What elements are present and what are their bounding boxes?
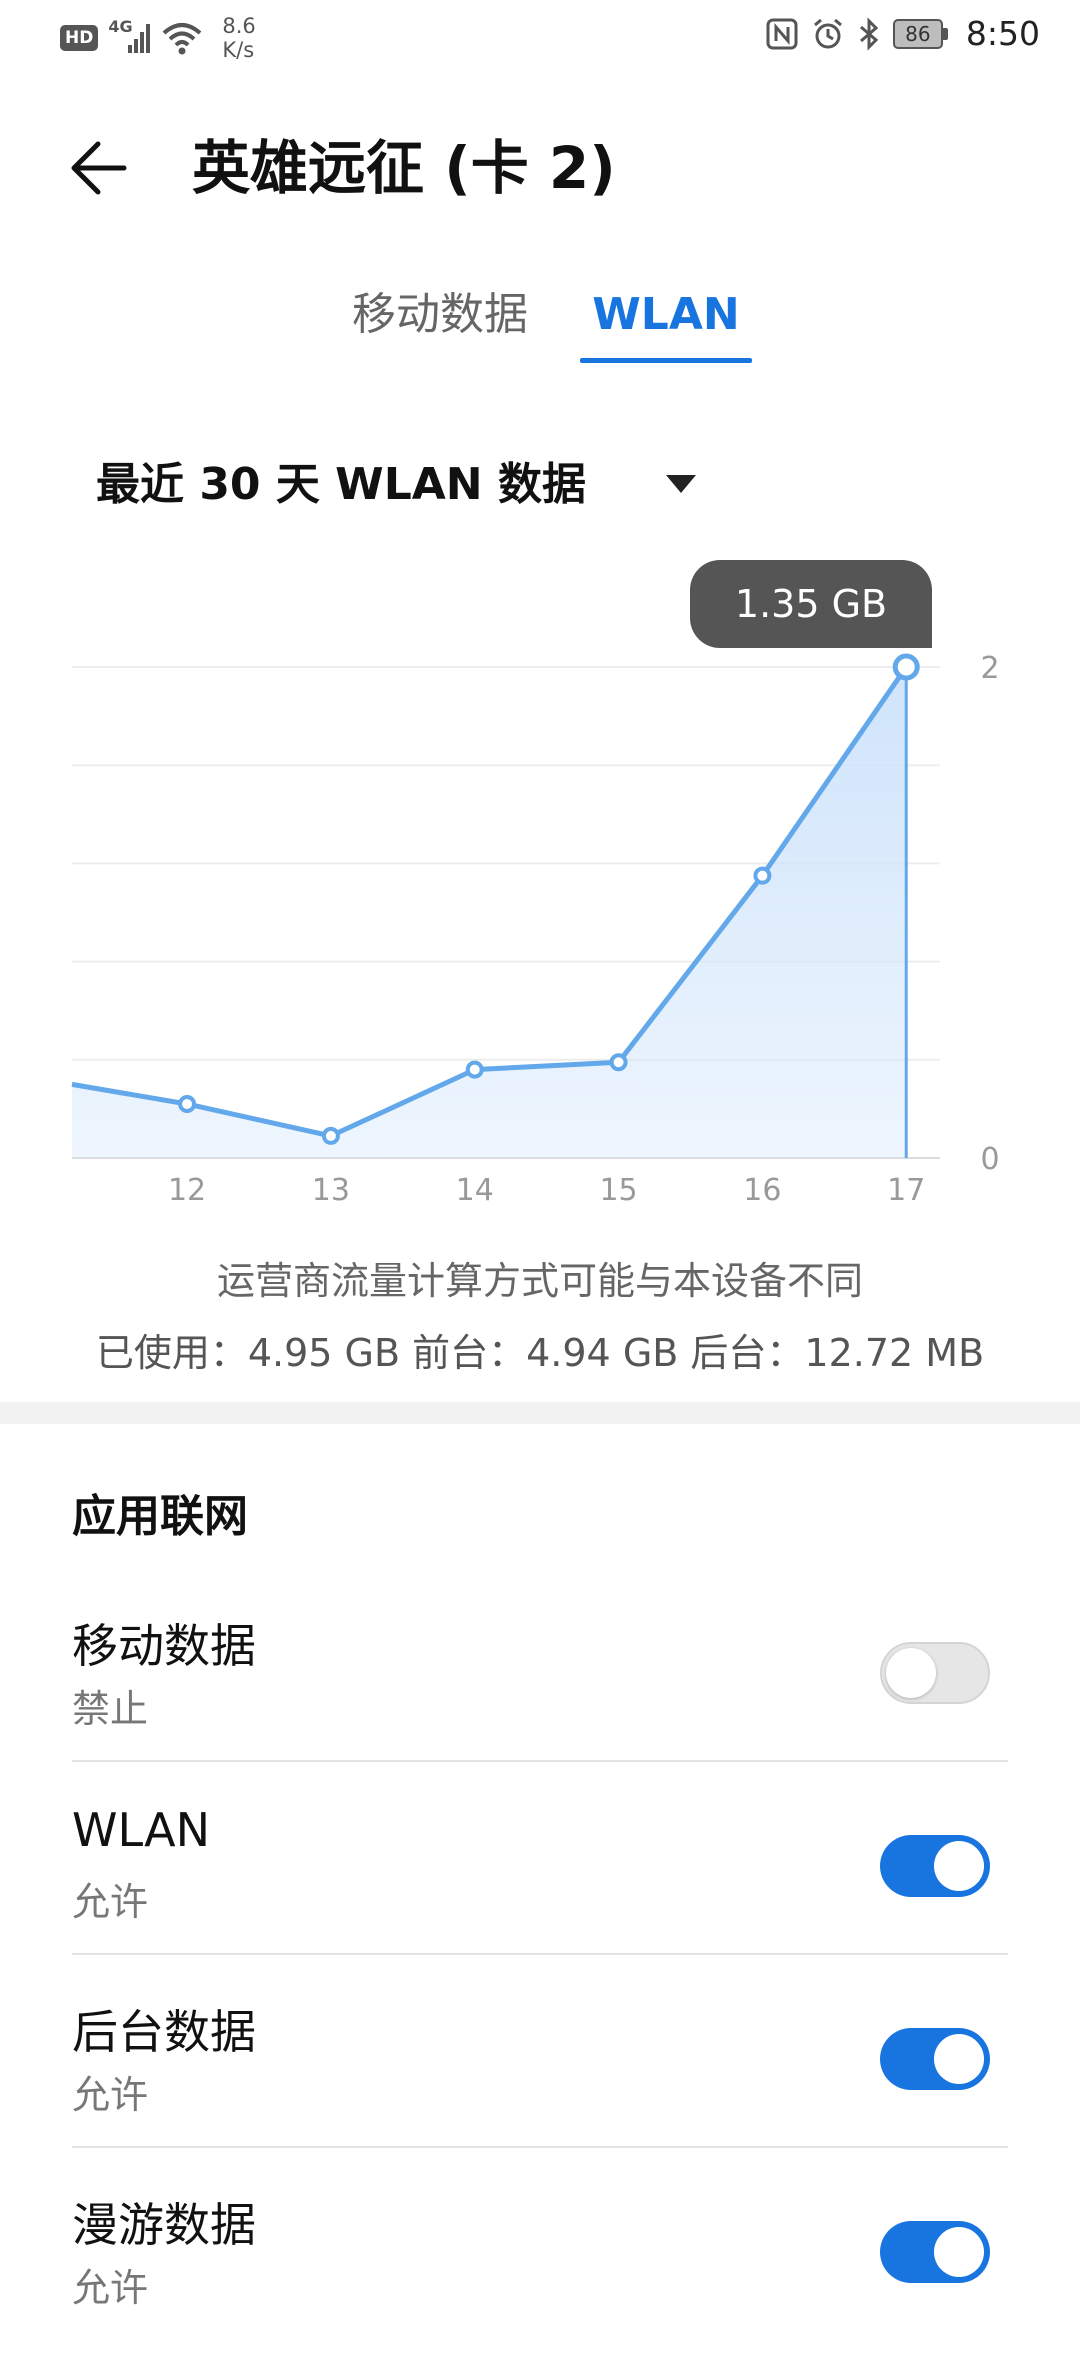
row-divider [72,1953,1008,1955]
usage-chart[interactable]: 12 13 14 15 16 17 2 0 1.35 GB [0,540,1080,1220]
back-arrow-icon [71,141,127,195]
toggle-knob [934,1841,984,1891]
x-tick-label: 15 [599,1173,637,1208]
signal-icon: 4G [108,17,152,55]
setting-row-background-data[interactable]: 后台数据 允许 [72,1976,1008,2166]
chart-point-selected [892,653,920,681]
chart-point [609,1053,628,1072]
status-right: 86 8:50 [765,14,1040,53]
chart-point [178,1094,197,1113]
carrier-note: 运营商流量计算方式可能与本设备不同 [216,1259,863,1303]
row-divider [72,1760,1008,1762]
back-button[interactable] [62,128,142,208]
range-selector[interactable]: 最近 30 天 WLAN 数据 [96,445,716,525]
usage-summary: 已使用：4.95 GB 前台：4.94 GB 后台：12.72 MB [95,1331,985,1375]
row-divider [72,2146,1008,2148]
toggle-knob [886,1648,936,1698]
selected-value-tooltip: 1.35 GB [690,560,932,648]
wifi-icon [162,21,202,55]
setting-status: 允许 [72,2266,149,2310]
battery-tip [942,27,948,40]
setting-status: 禁止 [72,1687,149,1731]
mobile-data-toggle[interactable] [880,1642,990,1704]
x-tick-label: 17 [887,1173,925,1208]
setting-row-wlan[interactable]: WLAN 允许 [72,1783,1008,1973]
x-tick-label: 16 [743,1173,781,1208]
toggle-knob [934,2034,984,2084]
network-speed: 8.6 K/s [222,14,255,62]
tab-mobile-data[interactable]: 移动数据 [330,280,550,370]
setting-title: 漫游数据 [72,2198,256,2252]
network-speed-value: 8.6 [222,14,256,38]
status-left: HD 4G 8.6 K/s [60,14,256,62]
chart-point [321,1126,340,1145]
range-label: 最近 30 天 WLAN 数据 [96,459,586,510]
chart-point [753,866,772,885]
y-tick-label: 0 [980,1142,999,1177]
wlan-toggle[interactable] [880,1835,990,1897]
page-title: 英雄远征 (卡 2) [192,134,616,202]
chart-area-fill [72,667,907,1158]
battery-level: 86 [892,18,943,49]
x-tick-label: 12 [168,1173,206,1208]
setting-title: 移动数据 [72,1619,256,1673]
status-bar: HD 4G 8.6 K/s 86 8:50 [0,0,1080,74]
tab-wlan[interactable]: WLAN [580,280,752,370]
hd-badge: HD [60,25,99,51]
battery-indicator: 86 [892,18,948,49]
background-data-toggle[interactable] [880,2028,990,2090]
setting-row-mobile-data[interactable]: 移动数据 禁止 [72,1590,1008,1780]
x-tick-label: 14 [456,1173,494,1208]
nfc-icon [765,17,799,51]
bluetooth-icon [857,16,881,51]
network-speed-unit: K/s [222,38,255,62]
alarm-icon [811,17,845,51]
section-title: 应用联网 [72,1491,248,1542]
setting-row-roaming-data[interactable]: 漫游数据 允许 [72,2169,1008,2359]
roaming-data-toggle[interactable] [880,2221,990,2283]
section-divider [0,1402,1080,1424]
setting-status: 允许 [72,1880,149,1924]
setting-title: WLAN [72,1803,211,1857]
tab-bar: 移动数据 WLAN [0,280,1080,370]
setting-title: 后台数据 [72,2005,256,2059]
y-tick-label: 2 [980,651,999,686]
chart-point [465,1060,484,1079]
active-tab-indicator [580,358,752,363]
x-tick-label: 13 [312,1173,350,1208]
title-bar: 英雄远征 (卡 2) [0,110,1080,210]
toggle-knob [934,2227,984,2277]
dropdown-caret-icon [666,475,696,493]
setting-status: 允许 [72,2073,149,2117]
clock: 8:50 [965,14,1040,53]
